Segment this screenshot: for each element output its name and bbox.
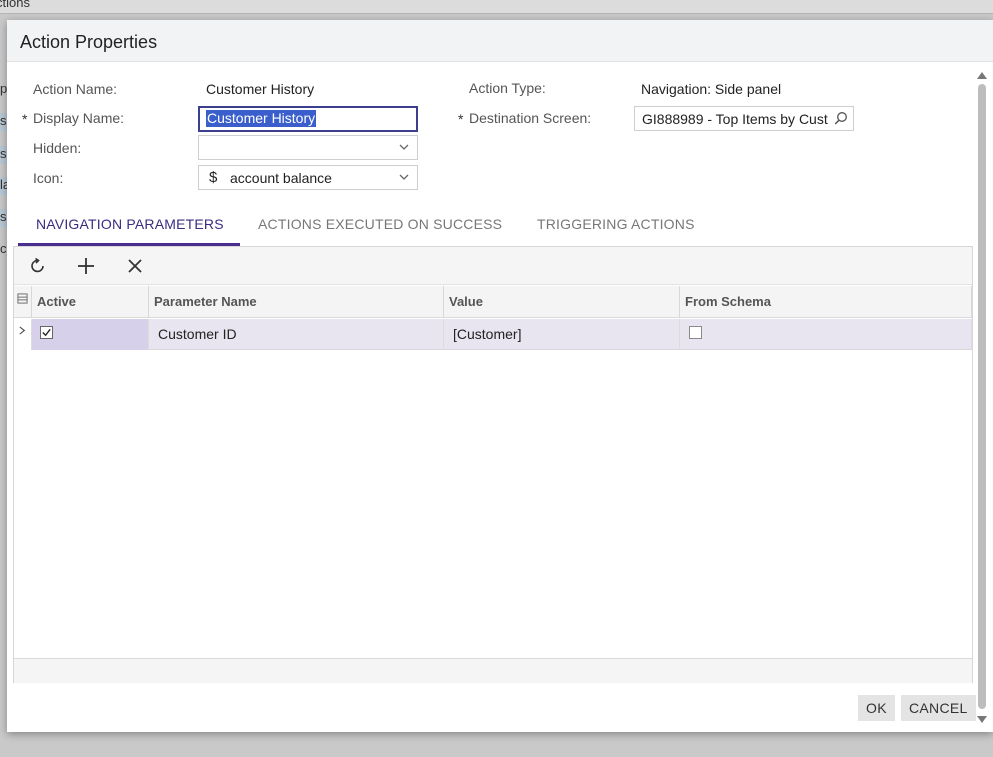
grid-header: Active Parameter Name Value From Schema	[14, 286, 972, 318]
background-title: ctions	[0, 0, 30, 10]
scrollbar-thumb[interactable]	[978, 84, 986, 709]
tab-triggering-actions[interactable]: TRIGGERING ACTIONS	[537, 206, 695, 246]
dialog-scrollbar[interactable]	[975, 68, 989, 725]
hidden-select[interactable]	[198, 135, 418, 160]
dialog-header: Action Properties	[7, 20, 993, 62]
chevron-down-icon	[399, 144, 409, 150]
delete-icon[interactable]	[124, 255, 146, 277]
active-cell[interactable]	[32, 319, 149, 350]
table-row[interactable]: Customer ID [Customer]	[14, 319, 972, 350]
refresh-icon[interactable]	[27, 255, 49, 277]
search-icon[interactable]	[834, 111, 848, 125]
chevron-down-icon	[399, 174, 409, 180]
display-name-field[interactable]: Customer History	[198, 106, 418, 132]
action-type-value: Navigation: Side panel	[641, 81, 782, 97]
row-expander[interactable]	[14, 319, 32, 350]
column-settings-cell[interactable]	[14, 286, 32, 318]
background-top-bar: ctions	[0, 0, 993, 14]
tab-bar: NAVIGATION PARAMETERS ACTIONS EXECUTED O…	[17, 206, 977, 246]
from-schema-cell[interactable]	[680, 319, 972, 350]
from-schema-checkbox[interactable]	[689, 326, 702, 339]
tab-navigation-parameters[interactable]: NAVIGATION PARAMETERS	[18, 206, 240, 246]
required-marker: *	[458, 111, 464, 127]
icon-value: account balance	[230, 170, 332, 186]
dialog-title: Action Properties	[20, 32, 158, 52]
scroll-up-arrow-icon[interactable]	[977, 72, 987, 79]
value-cell[interactable]: [Customer]	[444, 319, 680, 350]
navigation-parameters-grid: Active Parameter Name Value From Schema …	[13, 246, 973, 683]
icon-select[interactable]: $ account balance	[198, 165, 418, 190]
required-marker: *	[22, 111, 28, 127]
column-header-active[interactable]: Active	[32, 286, 149, 318]
scroll-down-arrow-icon[interactable]	[977, 716, 987, 723]
column-header-from-schema[interactable]: From Schema	[680, 286, 972, 318]
destination-screen-field[interactable]: GI888989 - Top Items by Customer	[634, 106, 854, 131]
icon-label: Icon:	[33, 170, 64, 186]
column-header-parameter-name[interactable]: Parameter Name	[149, 286, 444, 318]
destination-screen-label: Destination Screen:	[469, 110, 592, 126]
checkmark-icon	[42, 328, 51, 337]
tab-actions-executed-on-success[interactable]: ACTIONS EXECUTED ON SUCCESS	[258, 206, 502, 246]
action-name-label: Action Name:	[33, 81, 118, 97]
chevron-right-icon[interactable]	[18, 325, 27, 336]
action-properties-dialog: Action Properties Action Name: Customer …	[7, 20, 993, 732]
display-name-label: Display Name:	[33, 110, 125, 126]
destination-screen-value: GI888989 - Top Items by Customer	[642, 111, 828, 127]
grid-footer	[14, 658, 972, 683]
dollar-icon: $	[209, 169, 218, 186]
cancel-button[interactable]: CANCEL	[901, 695, 976, 721]
hidden-label: Hidden:	[33, 140, 82, 156]
display-name-selected-text: Customer History	[206, 110, 317, 127]
column-header-value[interactable]: Value	[444, 286, 680, 318]
column-config-icon[interactable]	[17, 293, 28, 304]
ok-button[interactable]: OK	[858, 695, 895, 721]
parameter-name-cell[interactable]: Customer ID	[149, 319, 444, 350]
grid-toolbar	[14, 247, 972, 285]
action-type-label: Action Type:	[469, 80, 546, 96]
action-name-value: Customer History	[206, 81, 315, 97]
active-checkbox[interactable]	[40, 326, 53, 339]
add-icon[interactable]	[75, 255, 97, 277]
